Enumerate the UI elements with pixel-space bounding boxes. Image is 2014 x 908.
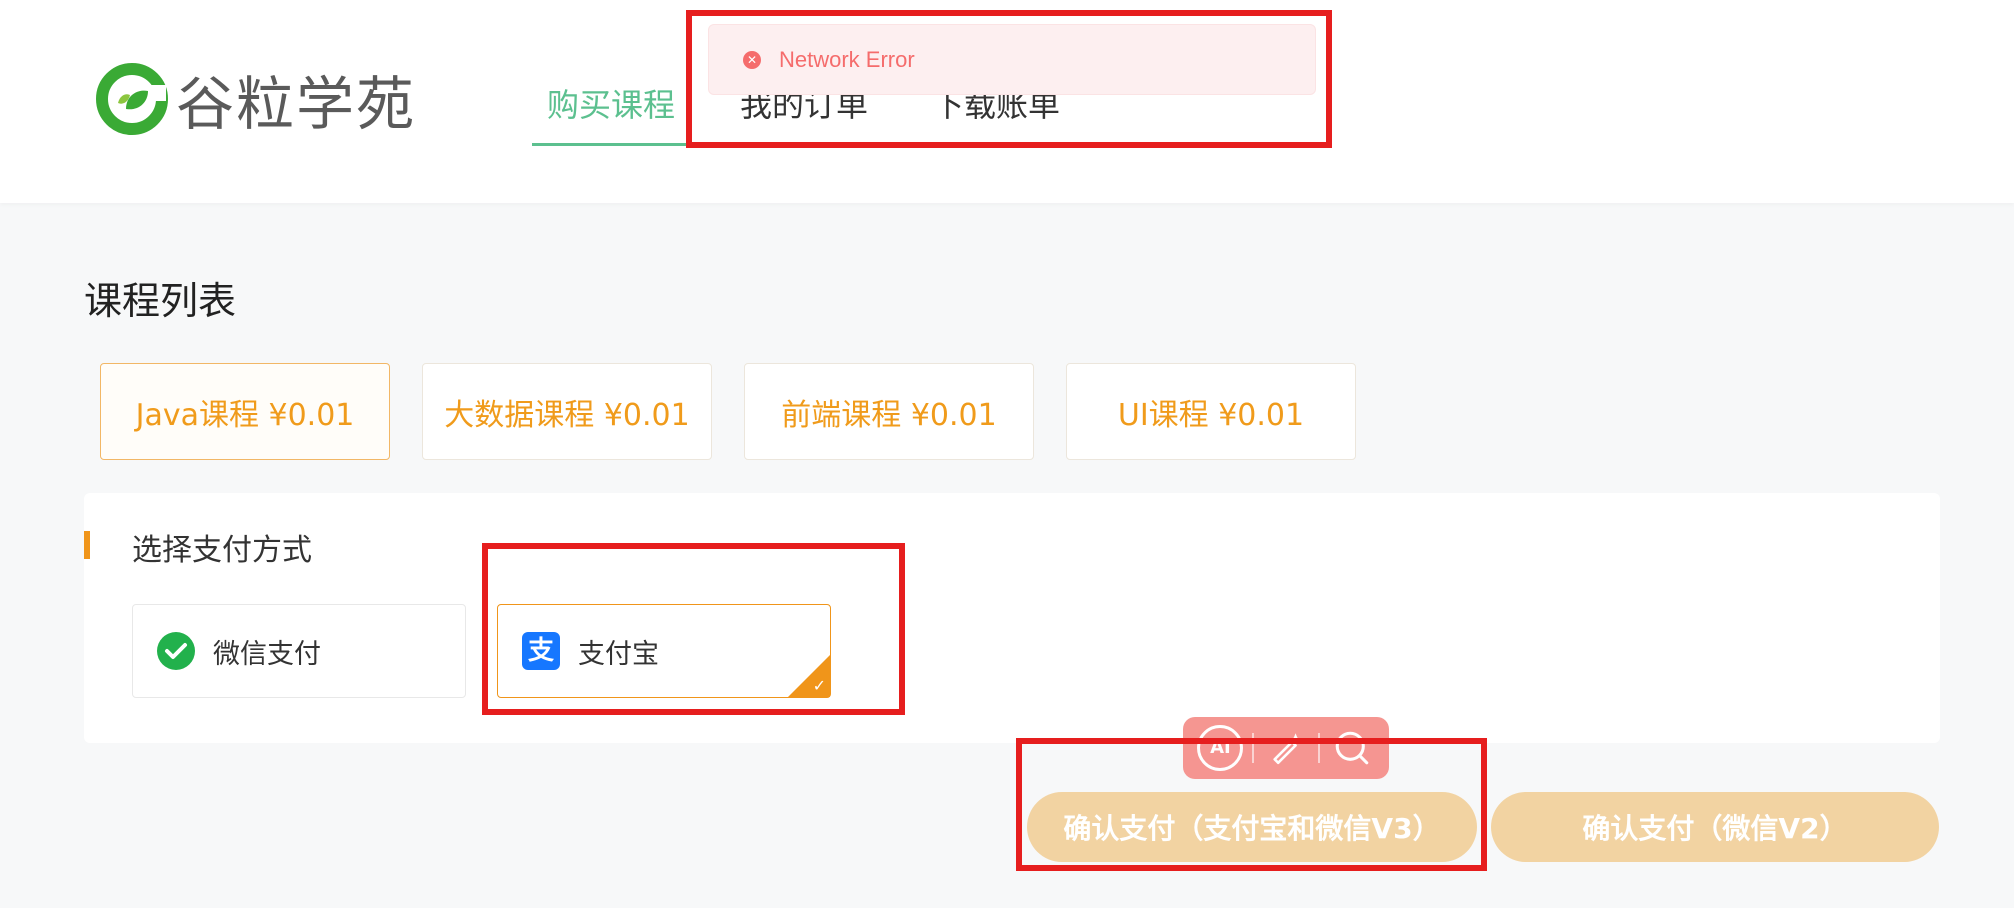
course-card-ui[interactable]: UI课程 ¥0.01 (1066, 363, 1356, 460)
confirm-pay-v2-button[interactable]: 确认支付（微信V2） (1491, 792, 1939, 862)
section-marker (84, 531, 90, 559)
pay-option-label: 微信支付 (213, 638, 321, 670)
wechat-pay-icon (157, 632, 195, 670)
logo-icon (96, 63, 168, 135)
course-list-title: 课程列表 (84, 279, 237, 323)
logo-text: 谷粒学苑 (176, 70, 417, 138)
payment-method-panel: 选择支付方式 微信支付 支 支付宝 ✓ (84, 493, 1940, 743)
logo[interactable]: 谷粒学苑 (96, 60, 416, 138)
pay-option-wechat[interactable]: 微信支付 (132, 604, 466, 698)
annotation-box-toast (686, 10, 1332, 148)
annotation-box-confirm (1016, 738, 1487, 871)
nav-active-underline (532, 143, 690, 146)
payment-method-title: 选择支付方式 (132, 533, 312, 568)
nav-buy-course[interactable]: 购买课程 (547, 80, 675, 126)
annotation-box-alipay (482, 543, 905, 715)
course-card-bigdata[interactable]: 大数据课程 ¥0.01 (422, 363, 712, 460)
course-card-frontend[interactable]: 前端课程 ¥0.01 (744, 363, 1034, 460)
course-card-java[interactable]: Java课程 ¥0.01 (100, 363, 390, 460)
